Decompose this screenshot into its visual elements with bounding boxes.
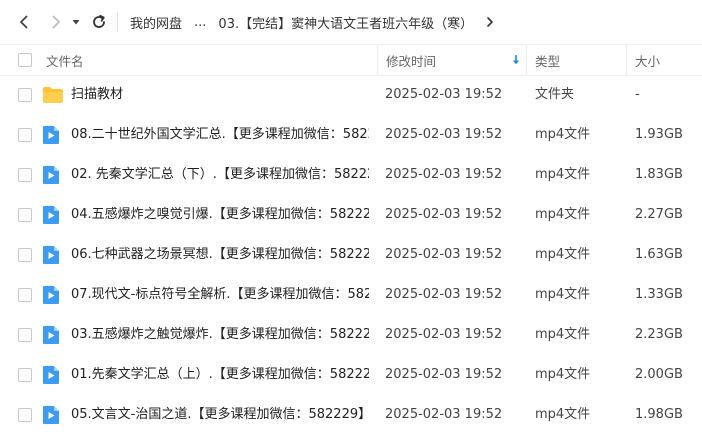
file-modified: 2025-02-03 19:52 — [385, 407, 503, 422]
file-name: 04.五感爆炸之嗅觉引爆.【更多课程加微信：582229... — [71, 207, 369, 222]
file-modified: 2025-02-03 19:52 — [385, 247, 503, 262]
file-size: 2.27GB — [635, 207, 683, 222]
chevron-right-icon[interactable] — [485, 16, 495, 28]
file-type: mp4文件 — [535, 167, 591, 182]
file-size: 1.98GB — [635, 407, 683, 422]
column-header-size[interactable]: 大小 — [635, 45, 660, 75]
video-file-icon — [42, 365, 62, 385]
row-checkbox[interactable] — [18, 88, 32, 102]
column-header-modified[interactable]: 修改时间 — [386, 45, 436, 75]
file-modified: 2025-02-03 19:52 — [385, 287, 503, 302]
row-checkbox[interactable] — [18, 248, 32, 262]
file-type: mp4文件 — [535, 127, 591, 142]
row-checkbox[interactable] — [18, 328, 32, 342]
file-name: 01.先秦文学汇总（上）.【更多课程加微信：582229... — [71, 367, 369, 382]
file-row[interactable]: 06.七种武器之场景冥想.【更多课程加微信：582229... 2025-02-0… — [0, 235, 702, 275]
back-button[interactable] — [12, 10, 36, 34]
file-name: 03.五感爆炸之触觉爆炸.【更多课程加微信：582229... — [71, 327, 369, 342]
file-size: 1.83GB — [635, 167, 683, 182]
row-checkbox[interactable] — [18, 208, 32, 222]
file-name: 06.七种武器之场景冥想.【更多课程加微信：582229... — [71, 247, 369, 262]
file-modified: 2025-02-03 19:52 — [385, 87, 503, 102]
refresh-button[interactable] — [87, 10, 111, 34]
row-checkbox[interactable] — [18, 168, 32, 182]
video-file-icon — [42, 205, 62, 225]
row-checkbox[interactable] — [18, 128, 32, 142]
file-modified: 2025-02-03 19:52 — [385, 127, 503, 142]
file-row[interactable]: 04.五感爆炸之嗅觉引爆.【更多课程加微信：582229... 2025-02-0… — [0, 195, 702, 235]
select-all-checkbox[interactable] — [18, 53, 32, 67]
row-checkbox[interactable] — [18, 368, 32, 382]
file-name: 07.现代文-标点符号全解析.【更多课程加微信：5822... — [71, 287, 369, 302]
video-file-icon — [42, 165, 62, 185]
breadcrumb-root[interactable]: 我的网盘 — [130, 13, 182, 32]
chevron-left-icon — [20, 15, 28, 29]
file-type: 文件夹 — [535, 87, 575, 102]
file-size: 1.63GB — [635, 247, 683, 262]
chevron-right-icon — [52, 15, 60, 29]
column-divider[interactable] — [626, 45, 627, 75]
file-type: mp4文件 — [535, 207, 591, 222]
history-dropdown-button[interactable] — [68, 10, 84, 34]
file-name: 05.文言文-治国之道.【更多课程加微信：582229】.m... — [71, 407, 369, 422]
file-modified: 2025-02-03 19:52 — [385, 207, 503, 222]
file-row[interactable]: 07.现代文-标点符号全解析.【更多课程加微信：5822... 2025-02-0… — [0, 275, 702, 315]
file-list-header: 文件名 修改时间 类型 大小 — [0, 44, 702, 76]
file-modified: 2025-02-03 19:52 — [385, 167, 503, 182]
file-row[interactable]: 05.文言文-治国之道.【更多课程加微信：582229】.m... 2025-02… — [0, 395, 702, 435]
file-row[interactable]: 扫描教材 2025-02-03 19:52 文件夹 - — [0, 75, 702, 115]
video-file-icon — [42, 245, 62, 265]
file-row[interactable]: 01.先秦文学汇总（上）.【更多课程加微信：582229... 2025-02-0… — [0, 355, 702, 395]
file-type: mp4文件 — [535, 367, 591, 382]
column-header-type[interactable]: 类型 — [535, 45, 560, 75]
video-file-icon — [42, 405, 62, 425]
file-size: 1.93GB — [635, 127, 683, 142]
file-list: 扫描教材 2025-02-03 19:52 文件夹 - 08.二十世纪外国文学汇总.【更… — [0, 75, 702, 435]
file-name: 08.二十世纪外国文学汇总.【更多课程加微信：58222... — [71, 127, 369, 142]
video-file-icon — [42, 285, 62, 305]
file-row[interactable]: 02. 先秦文学汇总（下）.【更多课程加微信：582229... 2025-02-… — [0, 155, 702, 195]
video-file-icon — [42, 325, 62, 345]
video-file-icon — [42, 125, 62, 145]
file-name: 02. 先秦文学汇总（下）.【更多课程加微信：582229... — [71, 167, 369, 182]
column-divider[interactable] — [377, 45, 378, 75]
forward-button[interactable] — [44, 10, 68, 34]
navigation-toolbar: 我的网盘 ... 03.【完结】窦神大语文王者班六年级（寒） — [0, 0, 702, 44]
file-name: 扫描教材 — [71, 87, 124, 102]
refresh-icon — [93, 14, 105, 28]
file-type: mp4文件 — [535, 247, 591, 262]
file-type: mp4文件 — [535, 327, 591, 342]
sort-desc-icon[interactable] — [511, 45, 521, 75]
file-modified: 2025-02-03 19:52 — [385, 327, 503, 342]
file-modified: 2025-02-03 19:52 — [385, 367, 503, 382]
breadcrumb-current[interactable]: 03.【完结】窦神大语文王者班六年级（寒） — [218, 13, 473, 32]
breadcrumb: 我的网盘 ... 03.【完结】窦神大语文王者班六年级（寒） — [130, 0, 503, 44]
row-checkbox[interactable] — [18, 288, 32, 302]
folder-icon — [42, 85, 63, 105]
file-row[interactable]: 08.二十世纪外国文学汇总.【更多课程加微信：58222... 2025-02-0… — [0, 115, 702, 155]
file-type: mp4文件 — [535, 407, 591, 422]
file-size: 1.33GB — [635, 287, 683, 302]
caret-down-icon — [72, 20, 80, 25]
toolbar-divider — [117, 12, 118, 32]
file-type: mp4文件 — [535, 287, 591, 302]
file-size: 2.00GB — [635, 367, 683, 382]
file-row[interactable]: 03.五感爆炸之触觉爆炸.【更多课程加微信：582229... 2025-02-0… — [0, 315, 702, 355]
column-divider[interactable] — [526, 45, 527, 75]
column-header-name[interactable]: 文件名 — [46, 45, 84, 75]
breadcrumb-ellipsis[interactable]: ... — [194, 15, 206, 30]
file-size: 2.23GB — [635, 327, 683, 342]
row-checkbox[interactable] — [18, 408, 32, 422]
file-size: - — [635, 87, 640, 102]
